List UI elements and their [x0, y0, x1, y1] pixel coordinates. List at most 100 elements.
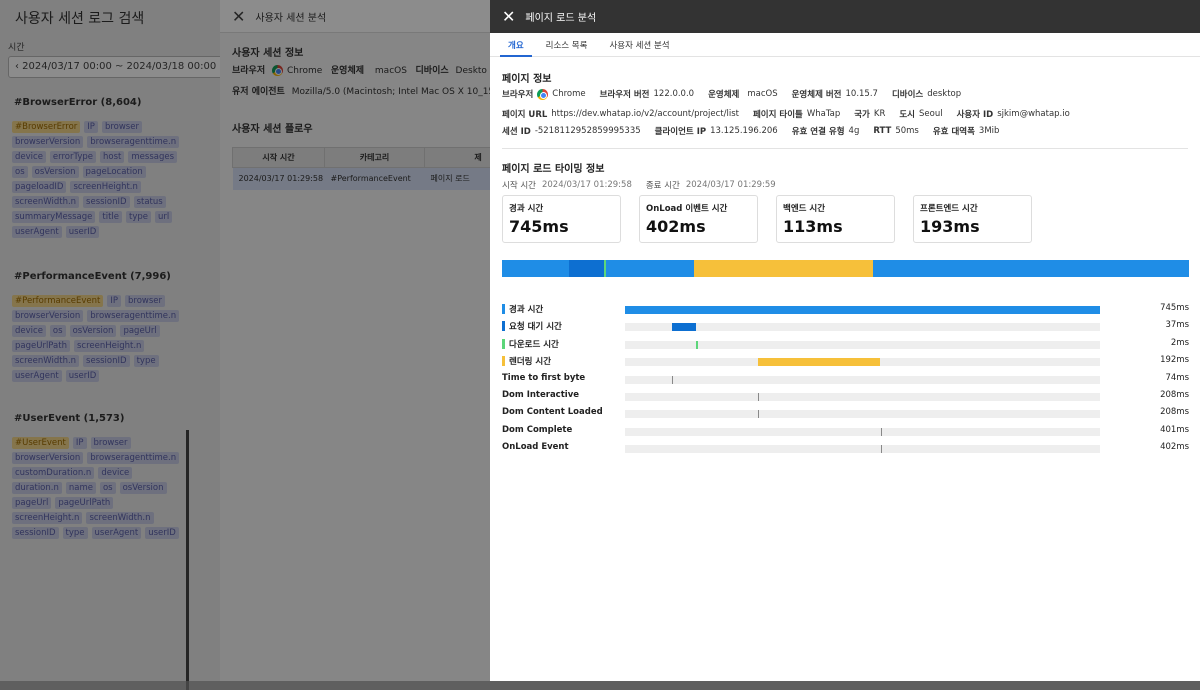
summary-card: 경과 시간 745ms: [502, 195, 621, 243]
timing-summary-cards: 경과 시간 745ms OnLoad 이벤트 시간 402ms 백엔드 시간 1…: [502, 195, 1032, 243]
card-value: 402ms: [646, 217, 706, 236]
metric-track: [625, 306, 1100, 314]
end-time-value: 2024/03/17 01:29:59: [685, 180, 776, 190]
metric-label-text: Time to first byte: [502, 372, 586, 383]
info-value: macOS: [747, 89, 778, 99]
metric-bar: [757, 358, 881, 367]
info-label: 도시: [899, 110, 915, 120]
summary-card: OnLoad 이벤트 시간 402ms: [639, 195, 758, 243]
page-info-row-3: 세션 ID -5218112952859995335 클라이언트 IP 13.1…: [502, 125, 1013, 137]
metric-label-text: 요청 대기 시간: [509, 322, 562, 333]
info-value: 3Mib: [978, 126, 1000, 136]
chrome-icon: [537, 88, 549, 100]
info-label: 브라우저: [502, 90, 534, 100]
timeline-segment: [603, 260, 606, 277]
card-label: 경과 시간: [509, 204, 544, 214]
metric-label: 요청 대기 시간: [502, 320, 562, 332]
card-value: 113ms: [783, 217, 843, 236]
metric-track: [625, 393, 1100, 401]
info-value: Seoul: [919, 109, 943, 119]
metric-label: Dom Interactive: [502, 390, 579, 400]
metric-label: Dom Complete: [502, 425, 572, 435]
metric-label-text: 경과 시간: [509, 305, 544, 315]
timing-metric-row: 렌더링 시간 192ms: [502, 355, 1189, 369]
metric-label: 렌더링 시간: [502, 355, 551, 367]
info-label: 운영체제: [708, 90, 740, 100]
page-info-title: 페이지 정보: [502, 74, 552, 85]
end-time-label: 종료 시간: [645, 181, 680, 191]
info-value: 50ms: [895, 126, 919, 136]
metric-marker: [672, 375, 674, 384]
card-value: 745ms: [509, 217, 569, 236]
metric-bar: [625, 306, 1100, 314]
metric-value: 402ms: [1160, 442, 1189, 453]
page-info-row-2: 페이지 URL https://dev.whatap.io/v2/account…: [502, 108, 1084, 120]
metric-track: [625, 340, 1100, 349]
info-label: 유효 대역폭: [932, 127, 975, 137]
metric-label: 경과 시간: [502, 303, 543, 315]
card-label: 프론트엔드 시간: [920, 204, 978, 214]
info-label: 사용자 ID: [956, 110, 994, 120]
timing-metric-row: Dom Interactive 208ms: [502, 390, 1189, 404]
color-swatch: [502, 338, 505, 349]
metric-track: [625, 410, 1100, 419]
metric-value: 74ms: [1165, 372, 1189, 383]
tab-session-analysis[interactable]: 사용자 세션 분석: [601, 33, 677, 57]
card-label: OnLoad 이벤트 시간: [646, 204, 728, 214]
start-time-label: 시작 시간: [502, 181, 536, 191]
page-load-analysis-panel: ✕ 페이지 로드 분석 개요 리소스 목록 사용자 세션 분석 페이지 정보 브…: [490, 0, 1200, 681]
timeline-segment: [694, 260, 873, 277]
info-label: 페이지 URL: [502, 110, 548, 120]
metric-label-text: Dom Content Loaded: [502, 407, 603, 418]
metric-marker: [757, 393, 759, 401]
info-value: 122.0.0.0: [653, 89, 695, 99]
metric-track: [625, 375, 1100, 384]
color-swatch: [502, 321, 505, 332]
metric-track: [625, 427, 1100, 436]
metric-value: 2ms: [1170, 337, 1189, 348]
info-label: 디바이스: [891, 90, 924, 100]
metric-label-text: 렌더링 시간: [509, 357, 552, 368]
tab-overview[interactable]: 개요: [500, 33, 532, 57]
card-value: 193ms: [920, 217, 980, 236]
color-swatch: [502, 304, 505, 314]
metric-track: [625, 445, 1100, 454]
info-value: -5218112952859995335: [534, 126, 641, 136]
info-label: RTT: [873, 126, 892, 136]
timing-metric-row: 요청 대기 시간 37ms: [502, 320, 1189, 334]
metric-value: 208ms: [1160, 407, 1189, 418]
info-value: Chrome: [552, 89, 586, 99]
metric-marker: [881, 445, 883, 454]
metric-marker: [880, 427, 882, 436]
metric-label: Dom Content Loaded: [502, 407, 603, 417]
tab-resources[interactable]: 리소스 목록: [538, 33, 596, 57]
info-value: https://dev.whatap.io/v2/account/project…: [551, 109, 739, 119]
info-label: 페이지 타이틀: [752, 110, 803, 120]
timeline-overview-bar: [502, 260, 1189, 277]
summary-card: 프론트엔드 시간 193ms: [913, 195, 1032, 243]
divider: [502, 148, 1188, 149]
metric-label-text: OnLoad Event: [502, 442, 569, 453]
timing-range-row: 시작 시간 2024/03/17 01:29:58 종료 시간 2024/03/…: [502, 179, 790, 191]
metric-label: 다운로드 시간: [502, 338, 559, 350]
metric-value: 208ms: [1160, 390, 1189, 400]
info-value: 10.15.7: [845, 89, 878, 99]
info-value: desktop: [927, 89, 962, 99]
metric-label-text: Dom Interactive: [502, 390, 580, 400]
info-label: 브라우저 버전: [599, 90, 650, 100]
metric-track: [625, 323, 1100, 332]
timing-info-title: 페이지 로드 타이밍 정보: [502, 164, 605, 175]
info-label: 클라이언트 IP: [654, 127, 707, 137]
timing-metric-row: Time to first byte 74ms: [502, 373, 1189, 387]
timing-metric-row: Dom Content Loaded 208ms: [502, 407, 1189, 421]
metric-label-text: 다운로드 시간: [509, 339, 559, 350]
metric-marker: [757, 410, 759, 419]
page-info-row-1: 브라우저 Chrome 브라우저 버전 122.0.0.0 운영체제 macOS…: [502, 88, 975, 100]
timing-metric-row: OnLoad Event 402ms: [502, 442, 1189, 456]
close-icon[interactable]: ✕: [502, 7, 515, 26]
tab-bar: 개요 리소스 목록 사용자 세션 분석: [490, 33, 1200, 57]
metric-label: OnLoad Event: [502, 442, 569, 452]
timeline-segment: [569, 260, 604, 277]
info-value: 13.125.196.206: [710, 126, 778, 136]
info-label: 운영체제 버전: [791, 90, 842, 100]
